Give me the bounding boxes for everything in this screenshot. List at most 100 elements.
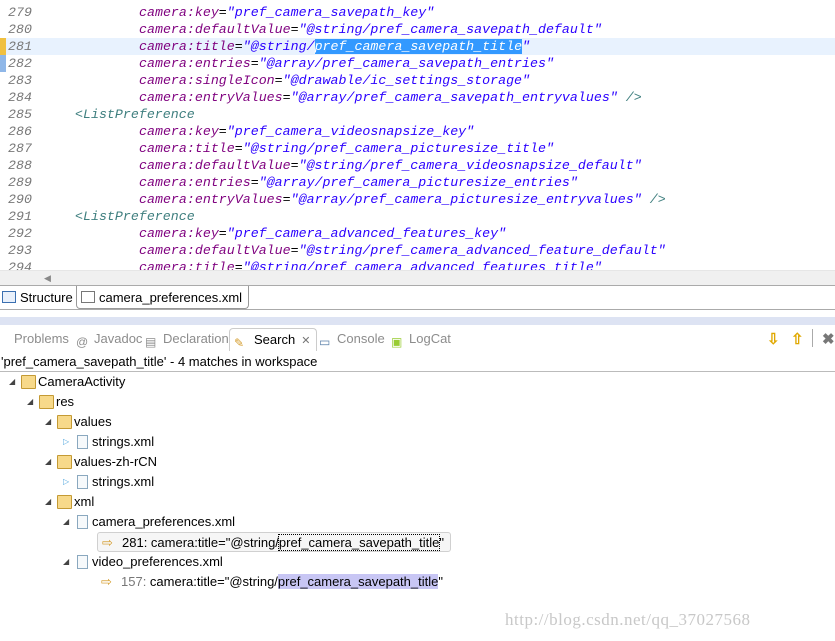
code-line[interactable]: 290 camera:entryValues="@array/pref_camer…: [0, 191, 835, 208]
toolbar-separator: [812, 329, 813, 347]
tab-search[interactable]: ✎ Search ✕: [229, 328, 318, 351]
tab-camera-preferences-xml[interactable]: camera_preferences.xml: [76, 286, 250, 309]
tree-item-label: xml: [74, 494, 95, 509]
xml-file-icon: [77, 475, 88, 489]
close-icon[interactable]: ✕: [301, 335, 310, 347]
search-match-marker-icon: [0, 38, 6, 55]
code-text: camera:key="pref_camera_savepath_key": [139, 5, 435, 20]
tree-item[interactable]: ◢ res: [27, 392, 74, 412]
panel-header-strip: [0, 317, 835, 325]
match-text: camera:title="@string/: [146, 574, 278, 589]
previous-match-icon[interactable]: ⇧: [791, 330, 804, 348]
folder-icon: [57, 495, 72, 509]
tree-item[interactable]: ◢ xml: [45, 492, 94, 512]
code-text: camera:defaultValue="@string/pref_camera…: [139, 158, 642, 173]
tab-structure[interactable]: Structure: [0, 286, 73, 309]
tab-console[interactable]: ▭ Console: [319, 328, 385, 351]
match-arrow-icon: ⇨: [102, 535, 113, 550]
tab-problems[interactable]: !Problems: [0, 328, 69, 351]
tag-close: />: [617, 90, 642, 105]
expanded-arrow-icon[interactable]: ◢: [45, 412, 51, 432]
code-line[interactable]: 286 camera:key="pref_camera_videosnapsize…: [0, 123, 835, 140]
collapsed-arrow-icon[interactable]: ▷: [63, 472, 69, 492]
expanded-arrow-icon[interactable]: ◢: [45, 492, 51, 512]
code-line[interactable]: 289 camera:entries="@array/pref_camera_pi…: [0, 174, 835, 191]
code-line[interactable]: 279 camera:key="pref_camera_savepath_key": [0, 4, 835, 21]
search-match-item[interactable]: ⇨ 281: camera:title="@string/pref_camera_…: [97, 532, 451, 552]
code-text: camera:title="@string/pref_camera_savepa…: [139, 39, 531, 54]
tag-close: />: [641, 192, 666, 207]
tab-declaration[interactable]: ▤ Declaration: [145, 328, 229, 351]
attribute-name: camera:singleIcon: [139, 73, 275, 88]
match-text-end: ": [438, 574, 443, 589]
search-flashlight-icon: ✎: [234, 336, 245, 350]
collapsed-arrow-icon[interactable]: ▷: [63, 432, 69, 452]
match-highlight: pref_camera_savepath_title: [277, 574, 439, 589]
code-line[interactable]: 294 camera:title="@string/pref_camera_adv…: [0, 259, 835, 270]
xml-tag: <ListPreference: [75, 107, 195, 122]
tab-label: Console: [337, 331, 385, 346]
attribute-name: camera:entries: [139, 56, 251, 71]
code-line[interactable]: 285 <ListPreference: [0, 106, 835, 123]
attribute-value: "@string/pref_camera_advanced_features_t…: [242, 260, 602, 270]
tab-label: camera_preferences.xml: [99, 290, 243, 305]
match-text-end: ": [439, 535, 444, 550]
line-number: 287: [8, 141, 32, 156]
project-icon: [21, 375, 36, 389]
horizontal-scrollbar[interactable]: ◀: [0, 270, 835, 286]
tree-item[interactable]: ▷ strings.xml: [63, 432, 154, 452]
watermark: http://blog.csdn.net/qq_37027568: [505, 610, 751, 629]
code-line[interactable]: 292 camera:key="pref_camera_advanced_feat…: [0, 225, 835, 242]
match-text: camera:title="@string/: [147, 535, 279, 550]
expanded-arrow-icon[interactable]: ◢: [63, 512, 69, 532]
attribute-name: camera:key: [139, 226, 219, 241]
next-match-icon[interactable]: ⇩: [767, 330, 780, 348]
code-text: camera:title="@string/pref_camera_advanc…: [139, 259, 602, 270]
code-line[interactable]: 280 camera:defaultValue="@string/pref_cam…: [0, 21, 835, 38]
xml-tag: <ListPreference: [75, 209, 195, 224]
match-line-number: 157:: [121, 574, 147, 589]
attribute-value: "pref_camera_advanced_features_key": [226, 226, 507, 241]
attribute-name: camera:title: [139, 39, 235, 54]
attribute-name: camera:defaultValue: [139, 158, 291, 173]
tree-item[interactable]: ◢ values-zh-rCN: [45, 452, 157, 472]
code-line[interactable]: 282 camera:entries="@array/pref_camera_sa…: [0, 55, 835, 72]
expanded-arrow-icon[interactable]: ◢: [9, 372, 15, 392]
code-line[interactable]: 288 camera:defaultValue="@string/pref_cam…: [0, 157, 835, 174]
line-number: 283: [8, 73, 32, 88]
tab-label: Declaration: [163, 331, 229, 346]
code-line[interactable]: 281 camera:title="@string/pref_camera_sav…: [0, 38, 835, 55]
tree-item[interactable]: ◢ video_preferences.xml: [63, 552, 223, 572]
xml-editor[interactable]: 279 camera:key="pref_camera_savepath_key"…: [0, 0, 835, 270]
expanded-arrow-icon[interactable]: ◢: [63, 552, 69, 572]
attribute-value-end: ": [522, 39, 531, 54]
attribute-value: "@string/: [242, 39, 315, 54]
code-line[interactable]: 291 <ListPreference: [0, 208, 835, 225]
code-line[interactable]: 283 camera:singleIcon="@drawable/ic_setti…: [0, 72, 835, 89]
code-line[interactable]: 287 camera:title="@string/pref_camera_pic…: [0, 140, 835, 157]
xml-file-icon: [81, 291, 95, 303]
code-line[interactable]: 293 camera:defaultValue="@string/pref_cam…: [0, 242, 835, 259]
tree-item[interactable]: ◢ camera_preferences.xml: [63, 512, 235, 532]
code-text: camera:singleIcon="@drawable/ic_settings…: [139, 73, 531, 88]
attribute-value: "@string/pref_camera_savepath_default": [298, 22, 602, 37]
tab-label: Problems: [14, 331, 69, 346]
code-text: camera:defaultValue="@string/pref_camera…: [139, 243, 666, 258]
attribute-name: camera:key: [139, 5, 219, 20]
tree-item[interactable]: ◢ values: [45, 412, 112, 432]
attribute-value: "pref_camera_savepath_key": [226, 5, 435, 20]
tree-item[interactable]: ▷ strings.xml: [63, 472, 154, 492]
remove-icon[interactable]: ✖: [822, 330, 835, 348]
scroll-left-icon[interactable]: ◀: [44, 273, 51, 284]
attribute-value: "@array/pref_camera_savepath_entries": [258, 56, 554, 71]
tab-logcat[interactable]: ▣ LogCat: [391, 328, 451, 351]
tree-item-label: camera_preferences.xml: [92, 514, 236, 529]
code-line[interactable]: 284 camera:entryValues="@array/pref_camer…: [0, 89, 835, 106]
search-match-item[interactable]: ⇨ 157: camera:title="@string/pref_camera_…: [97, 572, 449, 592]
tab-javadoc[interactable]: @ Javadoc: [76, 328, 142, 351]
code-text: camera:entryValues="@array/pref_camera_s…: [139, 90, 642, 105]
tree-item[interactable]: ◢ CameraActivity: [9, 372, 125, 392]
expanded-arrow-icon[interactable]: ◢: [45, 452, 51, 472]
tab-label: LogCat: [409, 331, 451, 346]
expanded-arrow-icon[interactable]: ◢: [27, 392, 33, 412]
